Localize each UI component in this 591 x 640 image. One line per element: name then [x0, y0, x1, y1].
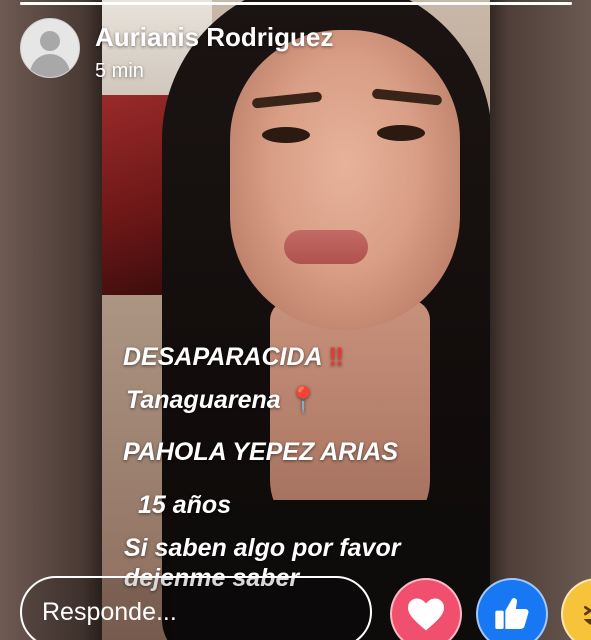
overlay-line-name: PAHOLA YEPEZ ARIAS	[123, 438, 399, 466]
double-exclamation-icon: ‼	[328, 343, 344, 371]
overlay-line-location: Tanaguarena 📍	[126, 386, 319, 415]
photo-face	[230, 30, 460, 330]
overlay-line-age: 15 años	[138, 491, 232, 519]
location-pin-icon: 📍	[287, 386, 319, 414]
reply-input[interactable]: Responde...	[20, 576, 372, 640]
thumbs-up-icon	[495, 598, 529, 629]
photo-lips	[284, 230, 368, 264]
love-reaction-button[interactable]	[390, 578, 462, 640]
avatar-head-shape	[40, 31, 60, 51]
laughing-face-icon	[583, 606, 591, 625]
post-timestamp: 5 min	[95, 60, 144, 82]
story-progress-fill	[20, 2, 572, 5]
author-avatar[interactable]	[20, 18, 80, 78]
avatar-body-shape	[30, 54, 70, 77]
photo-eye-left	[262, 127, 310, 143]
story-viewer[interactable]: Aurianis Rodriguez 5 min DESAPARACIDA ‼ …	[0, 0, 591, 640]
overlay-line-missing: DESAPARACIDA ‼	[123, 343, 344, 372]
overlay-missing-text: DESAPARACIDA	[123, 343, 322, 371]
story-progress-bar	[20, 2, 572, 5]
overlay-location-text: Tanaguarena	[126, 386, 281, 414]
reply-placeholder: Responde...	[42, 598, 177, 626]
overlay-line-request: Si saben algo por favor	[124, 534, 401, 562]
author-name[interactable]: Aurianis Rodriguez	[95, 22, 333, 53]
like-reaction-button[interactable]	[476, 578, 548, 640]
heart-icon	[408, 598, 444, 631]
photo-eye-right	[377, 125, 425, 141]
